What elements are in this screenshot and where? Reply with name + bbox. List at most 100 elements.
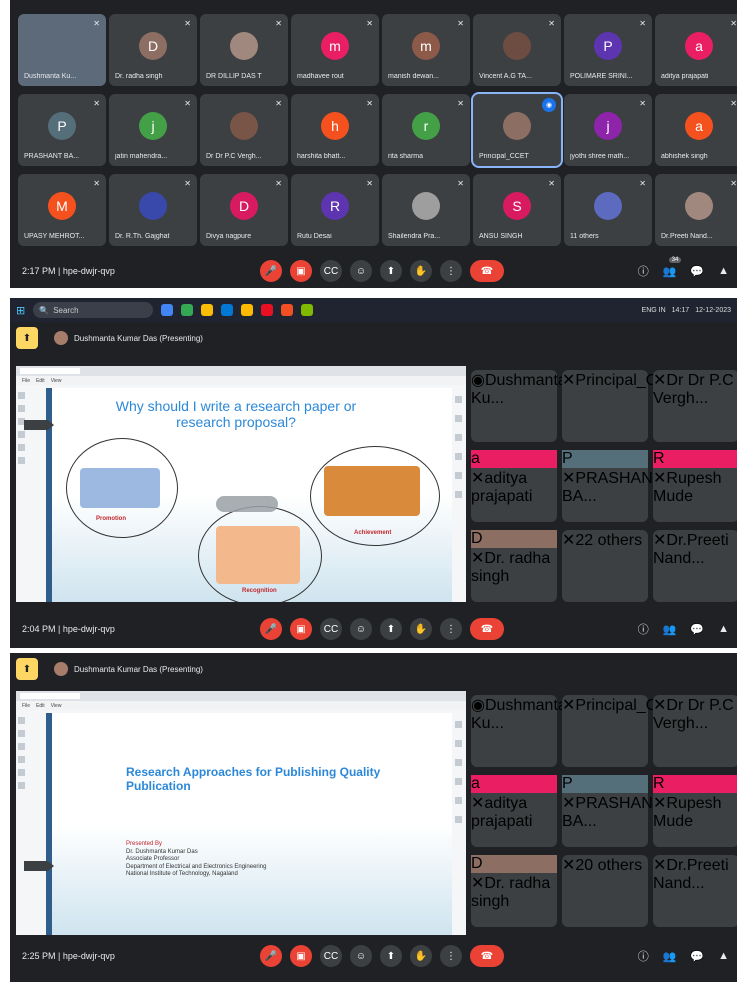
participant-tile[interactable]: a✕aditya prajapati (471, 775, 557, 847)
start-icon[interactable]: ⊞ (16, 304, 25, 317)
participant-tile[interactable]: ✕ Shailendra Pra... (382, 174, 470, 246)
mic-muted-icon: ✕ (730, 99, 737, 108)
taskbar-app-icon[interactable] (161, 304, 174, 316)
activities-icon[interactable]: ▲ (718, 623, 729, 635)
more-options-button[interactable]: ⋮ (440, 618, 462, 640)
present-button[interactable]: ⬆ (380, 945, 402, 967)
participant-name: Vincent A.G TA... (479, 73, 532, 80)
participant-tile[interactable]: M ✕ UPASY MEHROT... (18, 174, 106, 246)
participant-tile[interactable]: ✕ Dushmanta Ku... (18, 14, 106, 86)
info-icon[interactable]: ⓘ (638, 263, 649, 279)
participant-tile[interactable]: R ✕Rupesh Mude (653, 450, 737, 522)
participant-tile[interactable]: a ✕ abhishek singh (655, 94, 737, 166)
present-button[interactable]: ⬆ (380, 260, 402, 282)
language-indicator[interactable]: ENG IN (642, 307, 666, 314)
avatar: m (321, 32, 349, 60)
raise-hand-button[interactable]: ✋ (410, 945, 432, 967)
participant-tile[interactable]: D✕Dr. radha singh (471, 855, 557, 927)
participant-tile[interactable]: P ✕ POLIMARE SRINI... (564, 14, 652, 86)
participant-tile[interactable]: ✕Dr.Preeti Nand... (653, 530, 737, 602)
camera-off-button[interactable]: ▣ (290, 260, 312, 282)
participant-tile[interactable]: ✕20 others (562, 855, 648, 927)
participant-tile[interactable]: P✕PRASHANT BA... (18, 94, 106, 166)
taskbar-app-icon[interactable] (201, 304, 214, 316)
chat-icon[interactable]: 💬 (690, 623, 704, 636)
participant-tile[interactable]: S ✕ ANSU SINGH (473, 174, 561, 246)
info-icon[interactable]: ⓘ (638, 948, 649, 964)
participant-tile[interactable]: ◉Dushmanta Ku... (471, 695, 567, 767)
taskbar-app-icon[interactable] (301, 304, 314, 316)
participant-tile[interactable]: ✕Dr Dr P.C Vergh... (653, 370, 737, 442)
activities-icon[interactable]: ▲ (718, 265, 729, 277)
participant-tile[interactable]: m ✕ madhavee rout (291, 14, 379, 86)
participant-tile[interactable]: ✕Dr.Preeti Nand... (653, 855, 737, 927)
participant-tile[interactable]: ✕ 11 others (564, 174, 652, 246)
participant-tile[interactable]: R ✕Rupesh Mude (653, 775, 737, 847)
leave-call-button[interactable]: ☎ (470, 945, 504, 967)
participant-tile[interactable]: m ✕ manish dewan... (382, 14, 470, 86)
participant-tile[interactable]: ✕ Vincent A.G TA... (473, 14, 561, 86)
emoji-button[interactable]: ☺ (350, 945, 372, 967)
camera-off-button[interactable]: ▣ (290, 618, 312, 640)
participant-tile[interactable]: h ✕ harshita bhatt... (291, 94, 379, 166)
more-options-button[interactable]: ⋮ (440, 260, 462, 282)
clock-date[interactable]: 12-12-2023 (695, 307, 731, 314)
participant-tile[interactable]: ✕Principal_CCET (562, 695, 689, 767)
taskbar-app-icon[interactable] (261, 304, 274, 316)
participant-tile[interactable]: R ✕ Rutu Desai (291, 174, 379, 246)
participant-tile[interactable]: ◉ Principal_CCET (471, 92, 563, 168)
people-icon[interactable]: 👥 (663, 623, 677, 636)
participant-tile[interactable]: ✕Dr Dr P.C Vergh... (200, 94, 288, 166)
participant-tile[interactable]: D ✕ Divya nagpure (200, 174, 288, 246)
clock-time[interactable]: 14:17 (672, 307, 690, 314)
people-icon[interactable]: 👥 34 (663, 256, 682, 278)
participant-tile[interactable]: a✕aditya prajapati (471, 450, 557, 522)
participant-tile[interactable]: a✕aditya prajapati (655, 14, 737, 86)
participant-tile[interactable]: ✕Principal_CCET (562, 370, 689, 442)
taskbar-app-icon[interactable] (281, 304, 294, 316)
participant-tile[interactable]: D✕Dr. radha singh (471, 530, 557, 602)
present-button[interactable]: ⬆ (380, 618, 402, 640)
mic-off-button[interactable]: 🎤 (260, 260, 282, 282)
mic-muted-icon: ✕ (548, 19, 555, 28)
participant-name: Dushmanta Ku... (471, 697, 567, 732)
chat-icon[interactable]: 💬 (690, 950, 704, 963)
emoji-button[interactable]: ☺ (350, 260, 372, 282)
participant-tile[interactable]: D✕Dr. radha singh (109, 14, 197, 86)
captions-button[interactable]: CC (320, 260, 342, 282)
tool-strip (18, 717, 26, 789)
taskbar-app-icon[interactable] (241, 304, 254, 316)
info-icon[interactable]: ⓘ (638, 621, 649, 637)
mic-muted-icon: ✕ (562, 532, 576, 549)
participant-tile[interactable]: P✕PRASHANT BA... (562, 450, 662, 522)
captions-button[interactable]: CC (320, 945, 342, 967)
raise-hand-button[interactable]: ✋ (410, 618, 432, 640)
participant-tile[interactable]: ◉Dushmanta Ku... (471, 370, 567, 442)
captions-button[interactable]: CC (320, 618, 342, 640)
participant-name: ANSU SINGH (479, 233, 523, 240)
camera-off-button[interactable]: ▣ (290, 945, 312, 967)
leave-call-button[interactable]: ☎ (470, 618, 504, 640)
participant-tile[interactable]: ✕Dr.Preeti Nand... (655, 174, 737, 246)
participant-tile[interactable]: j ✕ jyothi shree math... (564, 94, 652, 166)
participant-tile[interactable]: P✕PRASHANT BA... (562, 775, 662, 847)
activities-icon[interactable]: ▲ (718, 950, 729, 962)
people-icon[interactable]: 👥 (663, 950, 677, 963)
raise-hand-button[interactable]: ✋ (410, 260, 432, 282)
mic-off-button[interactable]: 🎤 (260, 945, 282, 967)
taskbar-app-icon[interactable] (221, 304, 234, 316)
chat-icon[interactable]: 💬 (690, 265, 704, 278)
more-options-button[interactable]: ⋮ (440, 945, 462, 967)
mic-off-button[interactable]: 🎤 (260, 618, 282, 640)
floating-toolbar[interactable] (216, 496, 278, 512)
emoji-button[interactable]: ☺ (350, 618, 372, 640)
taskbar-search[interactable]: 🔍 Search (33, 302, 154, 318)
taskbar-app-icon[interactable] (181, 304, 194, 316)
participant-tile[interactable]: ✕Dr Dr P.C Vergh... (653, 695, 737, 767)
participant-tile[interactable]: j ✕ jatin mahendra... (109, 94, 197, 166)
participant-tile[interactable]: r ✕ rita sharma (382, 94, 470, 166)
leave-call-button[interactable]: ☎ (470, 260, 504, 282)
participant-tile[interactable]: ✕ Dr. R.Th. Gajghat (109, 174, 197, 246)
participant-tile[interactable]: ✕ DR DILLIP DAS T (200, 14, 288, 86)
participant-tile[interactable]: ✕22 others (562, 530, 648, 602)
